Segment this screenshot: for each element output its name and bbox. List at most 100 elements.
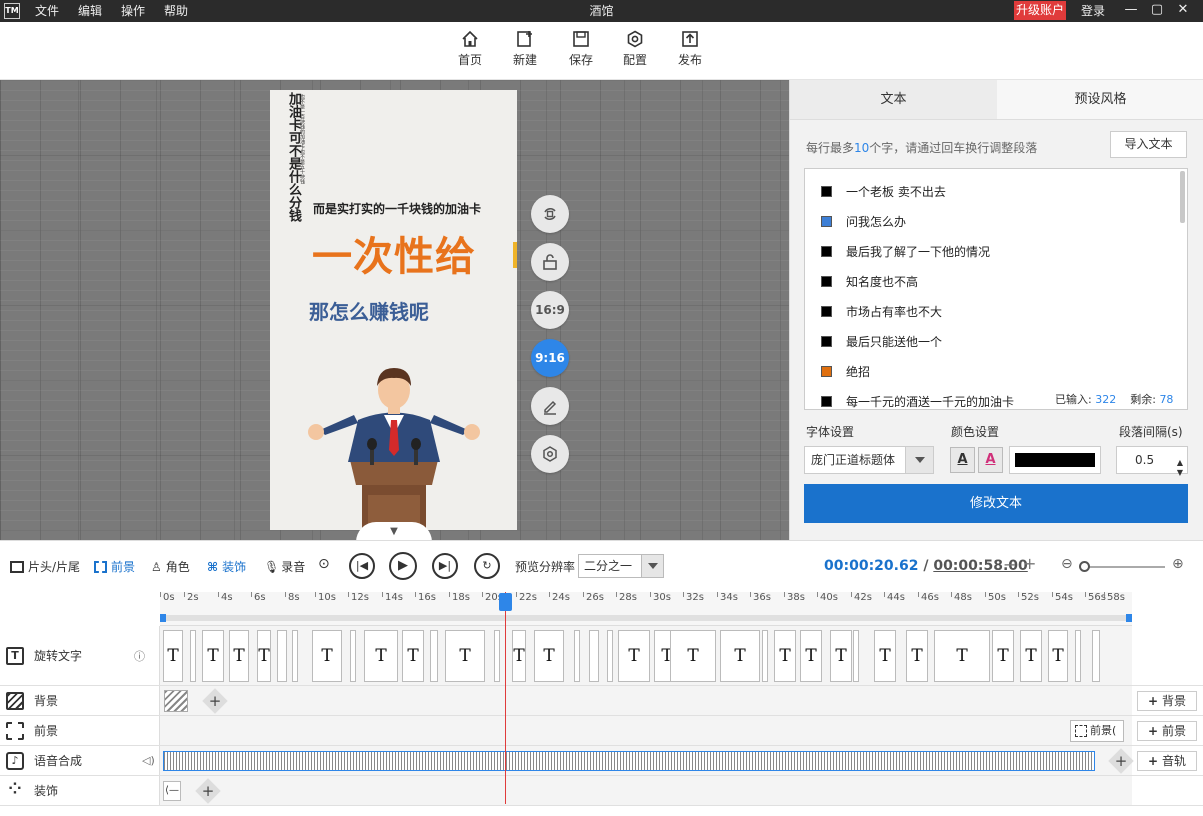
chevron-down-icon[interactable] — [641, 555, 663, 577]
upgrade-button[interactable]: 升级账户 — [1014, 1, 1066, 20]
record-tab[interactable]: 🎙 录音 — [264, 558, 305, 575]
add-decor-icon[interactable]: + — [195, 778, 221, 804]
next-icon[interactable]: ▶| — [432, 553, 458, 579]
spacing-stepper[interactable]: 0.5 ▲ ▼ — [1116, 446, 1188, 477]
foreground-clip[interactable]: 前景( — [1070, 720, 1124, 742]
replay-icon[interactable]: ↻ — [474, 553, 500, 579]
background-area[interactable]: + — [160, 686, 1132, 715]
decor-area[interactable]: ⟨— + — [160, 776, 1132, 805]
login-link[interactable]: 登录 — [1081, 0, 1105, 22]
decor-clip[interactable]: ⟨— — [163, 781, 181, 801]
text-clip[interactable] — [1092, 630, 1100, 682]
new-button[interactable]: 新建 — [505, 30, 545, 68]
text-clip[interactable]: T — [992, 630, 1014, 682]
zoom-slider-track[interactable] — [1080, 566, 1165, 568]
zoom-in-icon[interactable]: ⊕ — [1172, 556, 1184, 572]
text-clip[interactable]: T — [874, 630, 896, 682]
text-line[interactable]: 知名度也不高 — [821, 273, 918, 290]
foreground-tab[interactable]: 前景 — [94, 558, 135, 575]
import-text-button[interactable]: 导入文本 — [1110, 131, 1187, 158]
stepper-down-icon[interactable]: ▼ — [1177, 460, 1183, 486]
save-button[interactable]: 保存 — [561, 30, 601, 68]
previous-icon[interactable]: |◀ — [349, 553, 375, 579]
font-select[interactable]: 庞门正道标题体 — [804, 446, 934, 474]
resolution-select[interactable]: 二分之一 — [578, 554, 664, 578]
text-clip[interactable]: T — [830, 630, 852, 682]
home-button[interactable]: 首页 — [450, 30, 490, 68]
config-button[interactable]: 配置 — [615, 30, 655, 68]
decor-tab[interactable]: ⌘ 装饰 — [207, 558, 246, 575]
zoom-out-icon[interactable]: ⊖ — [1061, 556, 1073, 572]
text-clip[interactable]: T — [257, 630, 271, 682]
collapse-handle[interactable]: ▼ — [356, 522, 432, 542]
text-clip[interactable]: T — [402, 630, 424, 682]
add-voice-icon[interactable]: + — [1108, 748, 1134, 774]
text-clip[interactable]: T — [229, 630, 249, 682]
text-clip[interactable]: T — [720, 630, 760, 682]
text-line[interactable]: 最后只能送他一个 — [821, 333, 942, 350]
add-track-button[interactable]: + 音轨 — [1137, 751, 1197, 771]
text-color-icon[interactable]: A — [950, 447, 975, 473]
color-swatch[interactable] — [821, 366, 832, 377]
color-swatch[interactable] — [821, 396, 832, 407]
color-swatch[interactable] — [821, 306, 832, 317]
text-clip[interactable] — [607, 630, 613, 682]
text-line[interactable]: 问我怎么办 — [821, 213, 906, 230]
fill-color-icon[interactable]: A — [978, 447, 1003, 473]
text-clip[interactable]: T — [934, 630, 990, 682]
text-clip[interactable]: T — [445, 630, 485, 682]
menu-file[interactable]: 文件 — [35, 0, 59, 22]
chevron-down-icon[interactable] — [905, 447, 933, 473]
playhead-handle[interactable] — [499, 593, 512, 611]
add-background-icon[interactable]: + — [202, 688, 228, 714]
list-scrollbar[interactable] — [1180, 171, 1185, 223]
color-picker[interactable] — [1009, 446, 1101, 474]
text-line[interactable]: 最后我了解了一下他的情况 — [821, 243, 990, 260]
text-clip[interactable]: T — [202, 630, 224, 682]
text-clip[interactable] — [190, 630, 196, 682]
add-background-button[interactable]: + 背景 — [1137, 691, 1197, 711]
color-swatch[interactable] — [821, 216, 832, 227]
text-clip[interactable]: T — [1048, 630, 1068, 682]
speaker-icon[interactable]: ◁) — [142, 754, 155, 767]
text-line[interactable]: 每一千元的酒送一千元的加油卡 — [821, 393, 1014, 409]
role-tab[interactable]: ♙ 角色 — [151, 558, 190, 575]
text-clip[interactable]: T — [906, 630, 928, 682]
text-clip[interactable] — [1075, 630, 1081, 682]
text-clip[interactable]: T — [800, 630, 822, 682]
color-swatch[interactable] — [821, 246, 832, 257]
modify-text-button[interactable]: 修改文本 — [804, 484, 1188, 523]
text-clip[interactable]: T — [312, 630, 342, 682]
add-foreground-button[interactable]: + 前景 — [1137, 721, 1197, 741]
voice-waveform[interactable] — [163, 751, 1095, 771]
text-clip[interactable] — [762, 630, 768, 682]
ratio-9-16-button[interactable]: 9:16 — [531, 339, 569, 377]
menu-help[interactable]: 帮助 — [164, 0, 188, 22]
range-end-handle[interactable] — [1126, 614, 1132, 622]
play-icon[interactable]: ▶ — [389, 552, 417, 580]
text-clip[interactable]: T — [774, 630, 796, 682]
text-clip[interactable]: T — [670, 630, 716, 682]
lock-button[interactable] — [531, 243, 569, 281]
tab-text[interactable]: 文本 — [790, 80, 997, 119]
text-clip[interactable]: T — [512, 630, 526, 682]
text-clip[interactable] — [589, 630, 599, 682]
color-swatch[interactable] — [821, 336, 832, 347]
rotate-text-clips[interactable]: TTTTTTTTTTTTTTTTTTTTTTT — [160, 626, 1132, 685]
minus-icon[interactable]: − — [1003, 555, 1016, 574]
minimize-icon[interactable]: — — [1120, 0, 1142, 22]
text-line[interactable]: 市场占有率也不大 — [821, 303, 942, 320]
tab-preset-style[interactable]: 预设风格 — [997, 80, 1203, 119]
text-line[interactable]: 绝招 — [821, 363, 870, 380]
publish-button[interactable]: 发布 — [670, 30, 710, 68]
text-clip[interactable] — [292, 630, 298, 682]
ratio-16-9-button[interactable]: 16:9 — [531, 291, 569, 329]
plus-icon[interactable]: + — [1023, 554, 1036, 573]
text-clip[interactable]: T — [1020, 630, 1042, 682]
more-icon[interactable]: ⊙ — [318, 556, 330, 572]
maximize-icon[interactable]: ▢ — [1146, 0, 1168, 22]
text-clip[interactable] — [277, 630, 287, 682]
text-clip[interactable]: T — [618, 630, 650, 682]
stage-settings-button[interactable] — [531, 435, 569, 473]
text-line-list[interactable]: 一个老板 卖不出去 问我怎么办 最后我了解了一下他的情况 知名度也不高 市场占有… — [804, 168, 1188, 410]
